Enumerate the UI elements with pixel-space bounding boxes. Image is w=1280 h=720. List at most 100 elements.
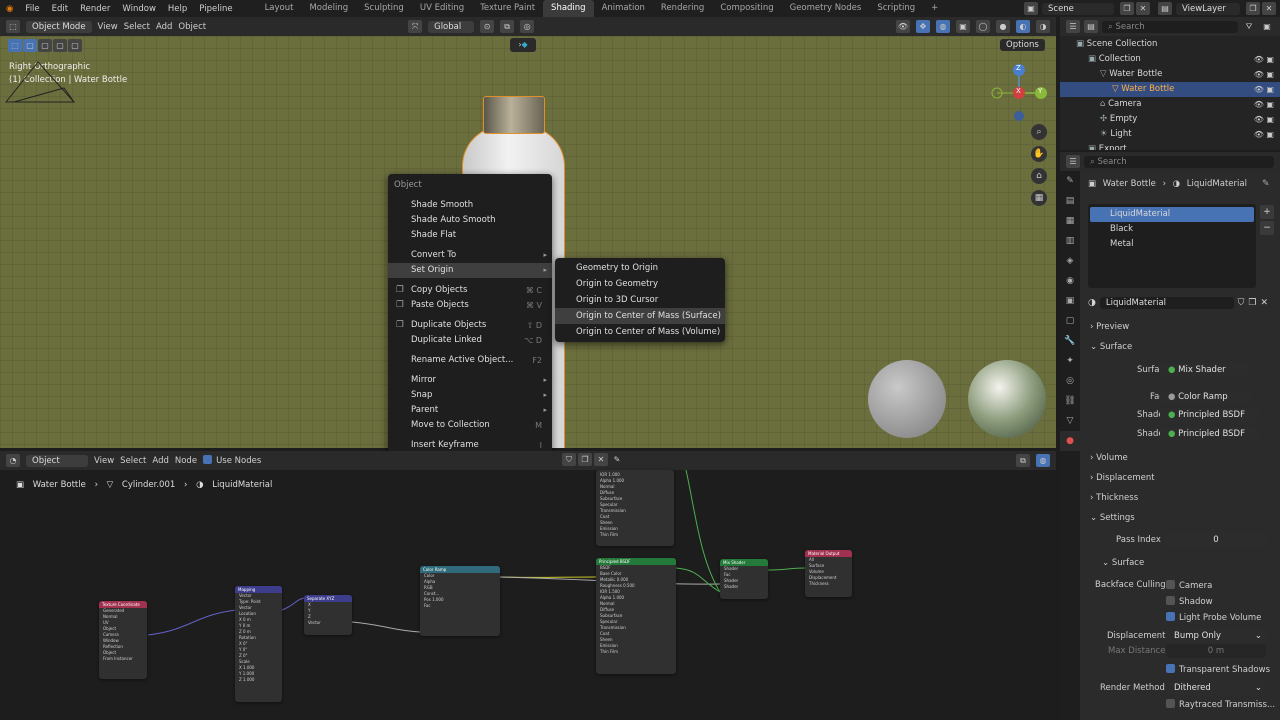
pin-icon[interactable]: ✎ xyxy=(1262,179,1270,189)
section-surface-sub[interactable]: ⌄ Surface xyxy=(1102,558,1144,568)
solid-shading-icon[interactable]: ● xyxy=(996,20,1010,33)
visibility-icon[interactable]: 👁 ▣ xyxy=(1254,112,1274,127)
display-mode-icon[interactable]: ▤ xyxy=(1084,20,1098,33)
menu-item-shade-smooth[interactable]: Shade Smooth xyxy=(388,198,552,213)
menu-item-rename-active-object[interactable]: Rename Active Object... F2 xyxy=(388,353,552,368)
submenu-item-origin-to-3d-cursor[interactable]: Origin to 3D Cursor xyxy=(555,292,725,308)
menu-item-move-to-collection[interactable]: Move to Collection M xyxy=(388,418,552,433)
close-icon[interactable]: ✕ xyxy=(1262,2,1276,15)
select-tool-icon[interactable]: ⬚ xyxy=(8,39,22,52)
material-icon[interactable]: ● xyxy=(1060,431,1080,451)
add-workspace-button[interactable]: + xyxy=(923,0,946,17)
menu-edit[interactable]: Edit xyxy=(46,4,74,14)
visibility-icon[interactable]: 👁 ▣ xyxy=(1254,52,1274,67)
tab-sculpting[interactable]: Sculpting xyxy=(356,0,412,17)
menu-help[interactable]: Help xyxy=(162,4,193,14)
copy-icon[interactable]: ❐ xyxy=(1246,2,1260,15)
node-material-output[interactable]: Material Output All Surface Volume Displacem… xyxy=(805,550,852,597)
tab-geometry-nodes[interactable]: Geometry Nodes xyxy=(782,0,870,17)
backface-shadow-checkbox[interactable]: Shadow xyxy=(1166,596,1213,607)
editor-type-icon[interactable]: ☰ xyxy=(1066,155,1080,168)
rendered-shading-icon[interactable]: ◑ xyxy=(1036,20,1050,33)
section-volume[interactable]: › Volume xyxy=(1090,453,1128,463)
pin-icon[interactable]: ✎ xyxy=(610,453,624,466)
node-separate-xyz[interactable]: Separate XYZ X Y Z Vector xyxy=(304,595,352,635)
add-slot-icon[interactable]: + xyxy=(1260,205,1274,219)
close-icon[interactable]: ✕ xyxy=(1136,2,1150,15)
output-icon[interactable]: ▦ xyxy=(1060,211,1080,231)
menu-item-set-origin[interactable]: Set Origin ▸ xyxy=(388,263,552,278)
menu-item-snap[interactable]: Snap ▸ xyxy=(388,388,552,403)
menu-item-shade-flat[interactable]: Shade Flat xyxy=(388,228,552,243)
pan-hand-icon[interactable]: ✋ xyxy=(1031,146,1047,162)
node-menu-node[interactable]: Node xyxy=(175,456,197,466)
viewport-menu-view[interactable]: View xyxy=(98,22,118,32)
tab-scripting[interactable]: Scripting xyxy=(869,0,923,17)
section-thickness[interactable]: › Thickness xyxy=(1090,493,1138,503)
menu-pipeline[interactable]: Pipeline xyxy=(193,4,238,14)
menu-item-mirror[interactable]: Mirror ▸ xyxy=(388,373,552,388)
visibility-icon[interactable]: 👁 ▣ xyxy=(1254,82,1274,97)
ortho-grid-icon[interactable]: ▦ xyxy=(1031,190,1047,206)
editor-type-icon[interactable]: ⬚ xyxy=(6,20,20,33)
node-principled-bsdf[interactable]: Principled BSDF BSDF Base Color Metallic 0.… xyxy=(596,558,676,674)
pivot-icon[interactable]: ⊙ xyxy=(480,20,495,33)
zoom-icon[interactable]: ⌕ xyxy=(1031,124,1047,140)
material-slot-list[interactable]: LiquidMaterial Black Metal xyxy=(1088,204,1256,288)
shader2-field[interactable]: ● Principled BSDF xyxy=(1160,427,1260,441)
material-shading-icon[interactable]: ◐ xyxy=(1016,20,1030,33)
proportional-edit-icon[interactable]: ◎ xyxy=(520,20,535,33)
raytraced-checkbox[interactable]: Raytraced Transmiss... xyxy=(1166,699,1275,710)
wireframe-shading-icon[interactable]: ◯ xyxy=(976,20,990,33)
outliner-search[interactable]: ⌕ Search xyxy=(1102,20,1238,33)
particles-icon[interactable]: ✦ xyxy=(1060,351,1080,371)
viewport-menu-add[interactable]: Add xyxy=(156,22,172,32)
snap-icon[interactable]: ⧉ xyxy=(500,20,515,33)
overlay-icon[interactable]: ◍ xyxy=(1036,454,1050,467)
menu-item-copy-objects[interactable]: ❐ Copy Objects ⌘ C xyxy=(388,283,552,298)
node-texture-coordinate[interactable]: Texture Coordinate Generated Normal UV Objec… xyxy=(99,601,147,679)
material-selector[interactable]: ◑ LiquidMaterial ⛉ ❐ ✕ xyxy=(1088,296,1268,310)
surface-field[interactable]: ● Mix Shader xyxy=(1160,363,1250,377)
node-menu-add[interactable]: Add xyxy=(152,456,168,466)
properties-search[interactable]: ⌕ Search xyxy=(1084,155,1274,168)
gizmo-icon[interactable]: ✥ xyxy=(916,20,930,33)
tab-modeling[interactable]: Modeling xyxy=(301,0,356,17)
constraints-icon[interactable]: ⛓ xyxy=(1060,391,1080,411)
visibility-icon[interactable]: 👁 ▣ xyxy=(1254,97,1274,112)
render-icon[interactable]: ▤ xyxy=(1060,191,1080,211)
options-button[interactable]: Options xyxy=(1000,39,1045,51)
bottle-cap[interactable] xyxy=(483,96,545,134)
shader-type-selector[interactable]: Object xyxy=(26,454,88,467)
max-distance-field[interactable]: 0 m xyxy=(1166,644,1266,658)
copy-icon[interactable]: ❐ xyxy=(1248,298,1256,308)
outliner-row-scene-collection[interactable]: ▣ Scene Collection xyxy=(1060,37,1280,52)
mode-selector[interactable]: Object Mode xyxy=(26,20,92,33)
visibility-icon[interactable]: 👁 ▣ xyxy=(1254,127,1274,142)
collection-icon[interactable]: ▣ xyxy=(1060,291,1080,311)
node-menu-select[interactable]: Select xyxy=(120,456,146,466)
outliner-row-water-bottle[interactable]: ▽ Water Bottle 👁 ▣ xyxy=(1060,82,1280,97)
view-layer-selector[interactable]: ViewLayer xyxy=(1176,2,1240,15)
outliner-row-light[interactable]: ☀ Light 👁 ▣ xyxy=(1060,127,1280,142)
scene-selector[interactable]: Scene xyxy=(1042,2,1114,15)
select-subtract-icon[interactable]: ▢ xyxy=(53,39,67,52)
fac-field[interactable]: ● Color Ramp xyxy=(1160,390,1250,404)
section-surface[interactable]: ⌄ Surface xyxy=(1090,342,1132,352)
editor-type-icon[interactable]: ☰ xyxy=(1066,20,1080,33)
tab-shading[interactable]: Shading xyxy=(543,0,594,17)
tab-animation[interactable]: Animation xyxy=(594,0,653,17)
tab-compositing[interactable]: Compositing xyxy=(712,0,781,17)
menu-item-duplicate-objects[interactable]: ❐ Duplicate Objects ⇧ D xyxy=(388,318,552,333)
node-mapping[interactable]: Mapping Vector Type: Point Vector Location X … xyxy=(235,586,282,702)
menu-item-paste-objects[interactable]: ❐ Paste Objects ⌘ V xyxy=(388,298,552,313)
select-invert-icon[interactable]: ▢ xyxy=(68,39,82,52)
transform-orientation-selector[interactable]: Global xyxy=(428,20,475,33)
outliner-row-empty[interactable]: ✣ Empty 👁 ▣ xyxy=(1060,112,1280,127)
select-extend-icon[interactable]: ▢ xyxy=(38,39,52,52)
viewport-menu-object[interactable]: Object xyxy=(178,22,206,32)
section-displacement[interactable]: › Displacement xyxy=(1090,473,1155,483)
xray-icon[interactable]: ▣ xyxy=(956,20,970,33)
transparent-shadows-checkbox[interactable]: Transparent Shadows xyxy=(1166,664,1270,675)
node-editor[interactable]: ▣ Water Bottle › ▽ Cylinder.001 › ◑ Liqu… xyxy=(0,470,1056,720)
